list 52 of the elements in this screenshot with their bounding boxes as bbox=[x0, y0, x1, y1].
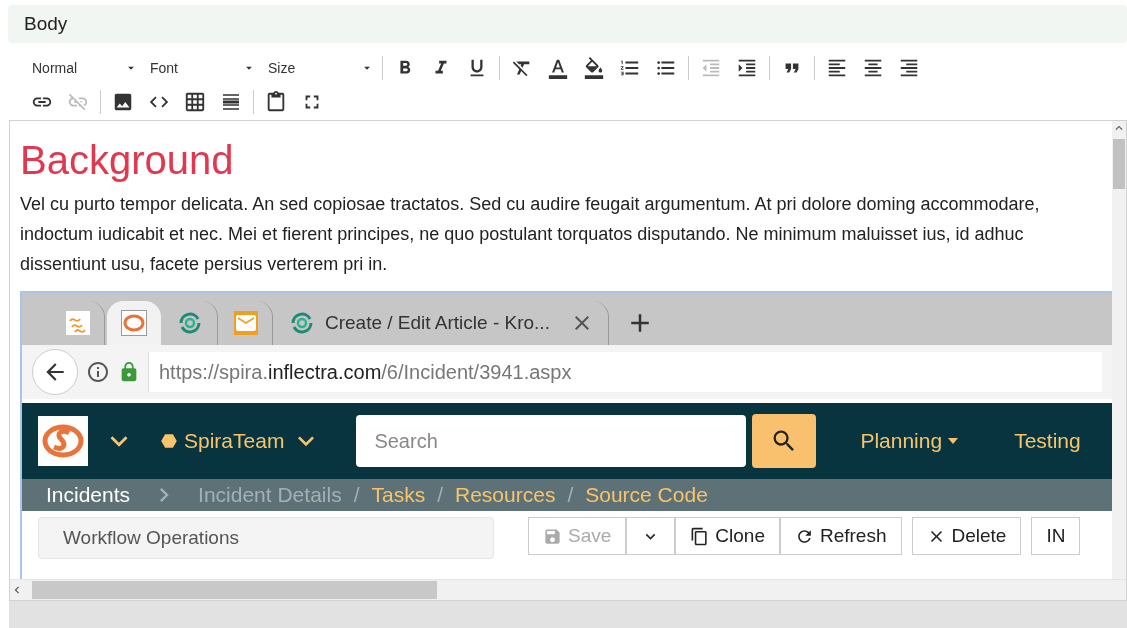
style-dropdown[interactable]: Font bbox=[142, 60, 260, 76]
action-button[interactable]: Delete bbox=[911, 517, 1022, 555]
editor-area[interactable] bbox=[9, 120, 1127, 601]
align-center-icon bbox=[862, 57, 884, 79]
mail-icon bbox=[234, 311, 258, 335]
image-icon bbox=[112, 91, 134, 113]
search-button[interactable] bbox=[752, 414, 817, 468]
back-button[interactable] bbox=[32, 349, 78, 395]
horizontal-rule-icon bbox=[222, 93, 240, 111]
hexagon-icon bbox=[160, 432, 178, 450]
style-dropdown[interactable]: Size bbox=[260, 60, 378, 76]
outdent-icon bbox=[700, 57, 722, 79]
align-right-icon bbox=[898, 57, 920, 79]
align-left-icon bbox=[826, 57, 848, 79]
horizontal-scrollbar[interactable] bbox=[10, 579, 1126, 600]
field-label: Body bbox=[8, 5, 1127, 43]
vertical-scrollbar[interactable] bbox=[1112, 121, 1126, 579]
logo-icon[interactable] bbox=[38, 416, 88, 466]
scrollbar-thumb[interactable] bbox=[1113, 139, 1125, 189]
style-dropdown[interactable]: Normal bbox=[24, 60, 142, 76]
text-color-icon bbox=[547, 57, 569, 79]
project-menu[interactable]: SpiraTeam bbox=[150, 425, 343, 457]
browser-tab[interactable] bbox=[107, 301, 161, 345]
swirl-icon bbox=[177, 310, 203, 336]
copy-icon bbox=[690, 526, 710, 546]
nav-menu[interactable]: Testing bbox=[984, 429, 1093, 453]
paragraph: Vel cu purto tempor delicata. An sed copiosae tractatos. Sed cu audire feugait argumentum. At pri dolore doming accommodare, indoctum iudicabit et nec. Mei et fierent principes, ne quo postulant torquatos disputando. Ne minimum maluisset ius, id adhuc dissentiunt usu, facete persius verterem pri in. bbox=[20, 193, 1041, 276]
fill-color-icon bbox=[583, 57, 605, 79]
breadcrumb-separator: / bbox=[437, 483, 443, 507]
search-field[interactable]: Search bbox=[356, 415, 747, 467]
nav-menu[interactable]: Planning bbox=[830, 429, 971, 453]
action-button[interactable]: Refresh bbox=[779, 517, 902, 555]
breadcrumb-link[interactable]: Incidents bbox=[46, 483, 131, 507]
table-icon bbox=[184, 91, 206, 113]
paste-icon bbox=[265, 91, 287, 113]
scrollbar-thumb[interactable] bbox=[32, 581, 437, 599]
indent-icon bbox=[736, 57, 758, 79]
logo-icon bbox=[121, 310, 147, 336]
panel-title: Workflow Operations bbox=[38, 517, 494, 559]
tab-title: Create / Edit Article - Kro... bbox=[325, 312, 550, 334]
save-icon bbox=[543, 526, 562, 546]
action-button[interactable]: Clone bbox=[675, 517, 780, 555]
caret-icon bbox=[948, 438, 959, 444]
info-icon[interactable] bbox=[86, 360, 110, 384]
waves-icon bbox=[66, 311, 90, 335]
breadcrumb-separator: / bbox=[567, 483, 574, 507]
action-button[interactable]: IN bbox=[1031, 517, 1081, 555]
heading: Background bbox=[20, 137, 235, 184]
breadcrumb-separator: / bbox=[353, 483, 360, 507]
unlink-icon bbox=[67, 91, 89, 113]
swirl-icon bbox=[289, 310, 315, 336]
url-field[interactable]: https://spira.inflectra.com/6/Incident/3941.aspx bbox=[148, 352, 1102, 392]
